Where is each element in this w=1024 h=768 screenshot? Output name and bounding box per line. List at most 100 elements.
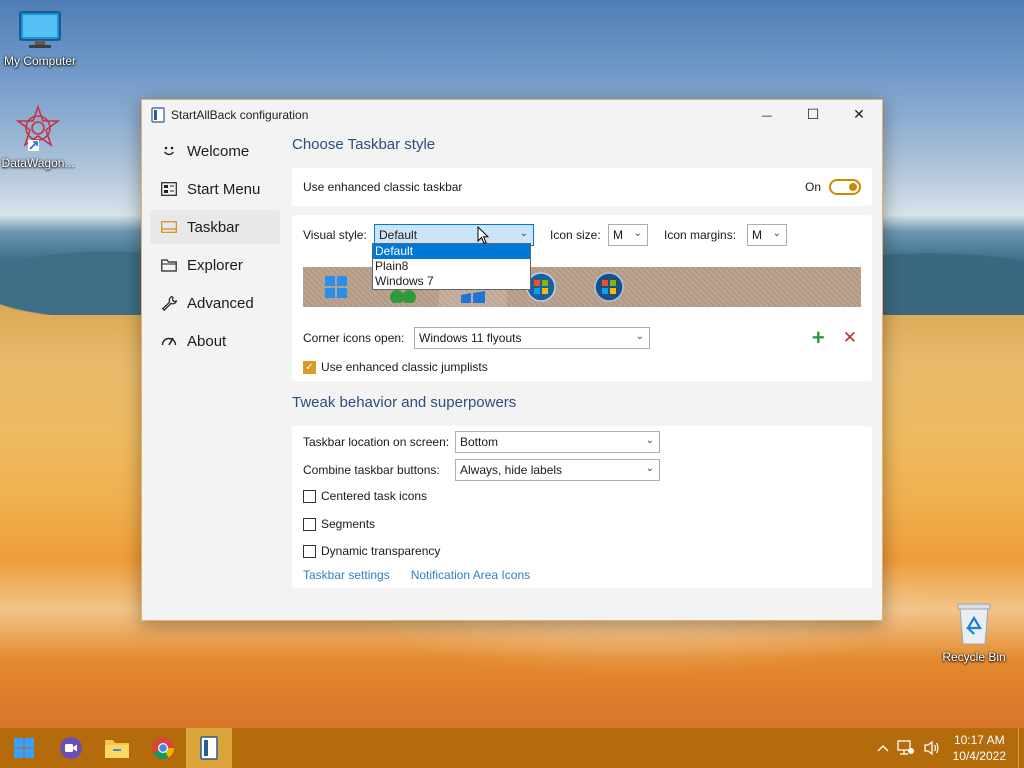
taskbar-style-card: Visual style: Default ⌄ Icon size: M ⌄ I…	[292, 215, 872, 381]
visual-style-option[interactable]: Default	[373, 244, 530, 259]
section-title-behavior: Tweak behavior and superpowers	[292, 394, 517, 411]
startallback-app-icon	[151, 107, 165, 123]
sidebar-item-welcome[interactable]: Welcome	[150, 134, 280, 168]
file-explorer-icon	[105, 740, 129, 758]
dynamic-transparency-checkbox[interactable]	[303, 544, 316, 558]
windows11-start-icon	[325, 276, 347, 298]
mouse-cursor-icon	[477, 226, 489, 245]
centered-icons-checkbox[interactable]	[303, 489, 316, 503]
sidebar-item-about[interactable]: About	[150, 324, 280, 358]
chevron-down-icon: ⌄	[635, 331, 644, 342]
sidebar-item-label: Explorer	[187, 256, 243, 274]
visual-style-option[interactable]: Windows 7	[373, 274, 530, 289]
location-value: Bottom	[460, 435, 499, 449]
start-menu-icon	[161, 181, 177, 197]
toggle-state-label: On	[804, 180, 821, 194]
visual-style-label: Visual style:	[303, 227, 367, 242]
taskbar-settings-link[interactable]: Taskbar settings	[303, 568, 390, 582]
startallback-config-window: StartAllBack configuration — ☐ ✕ Welcome	[141, 99, 883, 621]
gauge-icon	[161, 333, 177, 349]
title-bar[interactable]: StartAllBack configuration — ☐ ✕	[142, 100, 882, 130]
taskbar-icon	[161, 219, 177, 235]
sidebar-item-explorer[interactable]: Explorer	[150, 248, 280, 282]
icon-size-select[interactable]: M ⌄	[608, 223, 648, 246]
desktop-icon-label: My Computer	[3, 54, 77, 68]
sidebar-nav: Welcome Start Menu Taskbar Explorer Adva…	[150, 134, 280, 362]
sidebar-item-taskbar[interactable]: Taskbar	[150, 210, 280, 244]
close-button[interactable]: ✕	[836, 100, 882, 130]
minimize-icon: —	[761, 108, 773, 122]
content-pane: Choose Taskbar style Use enhanced classi…	[292, 136, 872, 588]
maximize-button[interactable]: ☐	[790, 100, 836, 130]
segments-label: Segments	[321, 517, 376, 531]
window-title: StartAllBack configuration	[171, 108, 309, 122]
segments-checkbox[interactable]	[303, 517, 316, 531]
toggle-knob	[849, 183, 857, 191]
icon-margins-value: M	[752, 227, 762, 242]
taskbar-app-meet[interactable]	[48, 728, 94, 768]
icon-size-value: M	[613, 227, 623, 242]
add-button[interactable]: +	[812, 327, 825, 349]
sidebar-item-label: Advanced	[187, 294, 254, 312]
recycle-bin-icon	[957, 603, 991, 645]
chevron-up-icon[interactable]	[877, 744, 889, 752]
sidebar-item-label: Taskbar	[187, 218, 240, 236]
enhanced-taskbar-card: Use enhanced classic taskbar On	[292, 168, 872, 206]
notification-area-icons-link[interactable]: Notification Area Icons	[411, 568, 530, 582]
datawagon-logo-icon	[15, 104, 61, 151]
centered-icons-label: Centered task icons	[321, 489, 428, 503]
desktop-icon-datawagon[interactable]: DataWagon...	[0, 104, 78, 170]
corner-icons-value: Windows 11 flyouts	[419, 331, 522, 345]
behavior-card: Taskbar location on screen: Bottom ⌄ Com…	[292, 426, 872, 588]
sidebar-item-label: Start Menu	[187, 180, 261, 198]
corner-icons-label: Corner icons open:	[303, 331, 405, 345]
chevron-down-icon: ⌄	[519, 227, 528, 239]
windows-start-icon	[14, 738, 34, 758]
combine-select[interactable]: Always, hide labels ⌄	[455, 459, 660, 481]
network-icon[interactable]	[896, 740, 915, 756]
combine-label: Combine taskbar buttons:	[303, 463, 440, 477]
clock[interactable]: 10:17 AM 10/4/2022	[953, 732, 1006, 764]
visual-style-option[interactable]: Plain8	[373, 259, 530, 274]
enhanced-taskbar-label: Use enhanced classic taskbar	[303, 180, 463, 194]
visual-style-dropdown-list: Default Plain8 Windows 7	[372, 243, 531, 290]
sidebar-item-advanced[interactable]: Advanced	[150, 286, 280, 320]
chrome-icon	[152, 737, 174, 759]
icon-margins-label: Icon margins:	[664, 227, 737, 242]
taskbar-app-startallback[interactable]	[186, 728, 232, 768]
taskbar-app-chrome[interactable]	[140, 728, 186, 768]
clock-time: 10:17 AM	[953, 733, 1005, 747]
remove-button[interactable]: ✕	[843, 328, 857, 348]
enhanced-taskbar-toggle[interactable]	[829, 179, 861, 195]
desktop-icon-label: DataWagon...	[1, 156, 75, 170]
chevron-down-icon: ⌄	[645, 463, 654, 474]
taskbar-app-explorer[interactable]	[94, 728, 140, 768]
desktop-icon-label: Recycle Bin	[942, 650, 1006, 664]
desktop-icon-recycle-bin[interactable]: Recycle Bin	[934, 600, 1014, 664]
sidebar-item-label: About	[187, 332, 227, 350]
section-title-taskbar-style: Choose Taskbar style	[292, 136, 436, 153]
sidebar-item-start-menu[interactable]: Start Menu	[150, 172, 280, 206]
icon-size-label: Icon size:	[550, 227, 601, 242]
wrench-icon	[161, 295, 177, 311]
windows-taskbar: 10:17 AM 10/4/2022	[0, 728, 1024, 768]
clock-date: 10/4/2022	[952, 749, 1006, 763]
desktop-icon-my-computer[interactable]: My Computer	[0, 10, 80, 68]
location-label: Taskbar location on screen:	[303, 435, 450, 449]
system-tray: 10:17 AM 10/4/2022	[873, 728, 1024, 768]
icon-margins-select[interactable]: M ⌄	[747, 223, 787, 246]
maximize-icon: ☐	[806, 107, 820, 123]
location-select[interactable]: Bottom ⌄	[455, 431, 660, 453]
show-desktop-button[interactable]	[1018, 728, 1024, 768]
vista-orb-icon	[594, 272, 624, 302]
jumplists-label: Use enhanced classic jumplists	[321, 360, 488, 374]
jumplists-checkbox[interactable]: ✓	[303, 360, 316, 374]
video-call-icon	[60, 737, 82, 759]
dynamic-transparency-label: Dynamic transparency	[321, 544, 441, 558]
chevron-down-icon: ⌄	[645, 435, 654, 446]
volume-icon[interactable]	[923, 740, 941, 756]
corner-icons-select[interactable]: Windows 11 flyouts ⌄	[414, 327, 650, 349]
start-button[interactable]	[0, 728, 48, 768]
minimize-button[interactable]: —	[744, 100, 790, 130]
folder-icon	[161, 257, 177, 273]
